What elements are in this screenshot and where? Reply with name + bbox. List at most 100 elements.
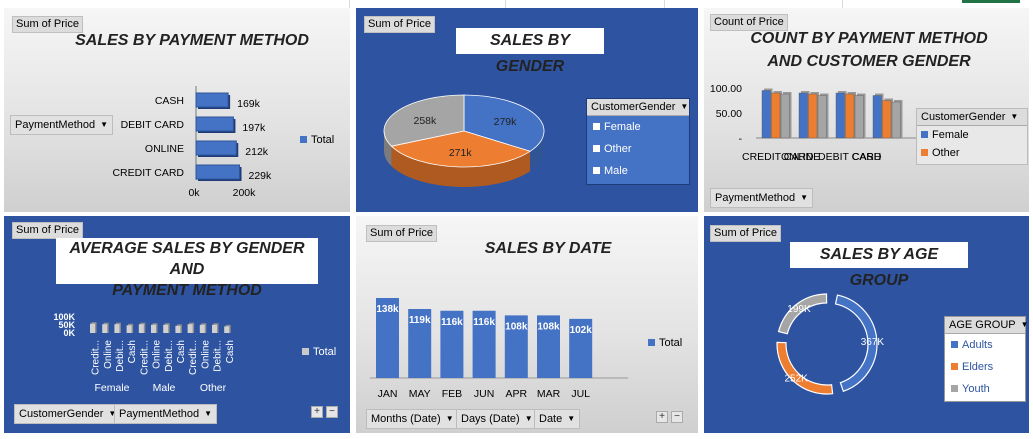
expand-button[interactable]: + xyxy=(311,406,323,418)
count-legend[interactable]: CustomerGender ▼ Female Other xyxy=(916,108,1028,165)
legend-label: Total xyxy=(659,337,683,349)
bar xyxy=(195,140,237,156)
dropdown-arrow-icon: ▼ xyxy=(524,414,533,423)
legend-item[interactable]: Male xyxy=(587,160,689,182)
legend-title[interactable]: AGE GROUP ▼ xyxy=(945,317,1029,334)
payment-method-filter[interactable]: PaymentMethod ▼ xyxy=(710,188,814,208)
data-label: 108k xyxy=(537,321,560,332)
legend-item[interactable]: Female xyxy=(587,116,689,138)
legend-item[interactable]: Adults xyxy=(945,334,1025,356)
date-chart[interactable]: Sum of Price SALES BY DATE 138k JAN 119k MA… xyxy=(356,216,698,433)
legend-swatch xyxy=(593,167,600,174)
dropdown-arrow-icon: ▼ xyxy=(1020,320,1029,329)
legend-title-text: CustomerGender xyxy=(921,111,1006,123)
data-label: 119k xyxy=(409,315,431,326)
legend-title[interactable]: CustomerGender ▼ xyxy=(917,109,1027,126)
bar xyxy=(845,93,855,139)
category-label: JUL xyxy=(571,388,590,400)
bar xyxy=(780,93,790,139)
bar xyxy=(151,324,156,333)
bar xyxy=(175,325,181,333)
gender-chart[interactable]: Sum of Price SALES BY GENDER 279k 271k 258… xyxy=(356,8,698,212)
bar xyxy=(798,92,808,139)
tick-label: - xyxy=(739,133,743,145)
legend-swatch xyxy=(921,131,928,138)
category-label: FEB xyxy=(442,388,462,400)
age-group-chart[interactable]: Sum of Price SALES BY AGE GROUP 367K 252K… xyxy=(704,216,1029,433)
bar xyxy=(195,116,234,132)
bar xyxy=(187,324,193,333)
bar xyxy=(808,93,818,139)
legend-swatch xyxy=(951,385,958,392)
category-label: JUN xyxy=(474,388,494,400)
legend-item: Total xyxy=(300,134,334,146)
data-label: 229k xyxy=(249,170,273,182)
legend-swatch xyxy=(593,145,600,152)
category-label: Cash xyxy=(127,340,138,363)
legend-item[interactable]: Other xyxy=(587,138,689,160)
legend-item[interactable]: Elders xyxy=(945,356,1025,378)
bar xyxy=(114,324,120,333)
date-filter[interactable]: Date ▼ xyxy=(534,409,581,429)
payment-method-chart[interactable]: Sum of Price SALES BY PAYMENT METHOD Pay… xyxy=(4,8,350,212)
category-label: Debit... xyxy=(164,340,175,372)
expand-button[interactable]: + xyxy=(656,411,668,423)
legend-title-text: CustomerGender xyxy=(591,101,676,113)
group-label: Male xyxy=(153,382,176,394)
category-label: Cash xyxy=(176,340,187,363)
category-label: CASH xyxy=(852,151,881,163)
legend-item[interactable]: Youth xyxy=(945,378,1025,400)
age-legend[interactable]: AGE GROUP ▼ Adults Elders Youth xyxy=(944,316,1029,402)
count-chart[interactable]: Count of Price COUNT BY PAYMENT METHOD A… xyxy=(704,8,1029,212)
filter-label: Days (Date) xyxy=(461,413,520,425)
bar xyxy=(163,324,169,333)
legend-label: Other xyxy=(932,147,960,159)
category-label: ONLINE xyxy=(145,143,184,155)
data-label: 212k xyxy=(245,146,269,158)
days-filter[interactable]: Days (Date) ▼ xyxy=(456,409,538,429)
bar xyxy=(199,324,205,333)
filter-label: PaymentMethod xyxy=(119,408,200,420)
sheet-gridline xyxy=(349,0,350,8)
sheet-gridline xyxy=(664,0,665,8)
collapse-button[interactable]: − xyxy=(326,406,338,418)
dropdown-arrow-icon: ▼ xyxy=(204,409,213,418)
months-filter[interactable]: Months (Date) ▼ xyxy=(366,409,459,429)
bar xyxy=(872,95,882,139)
legend-swatch xyxy=(921,149,928,156)
legend-label: Male xyxy=(604,165,628,177)
legend-swatch xyxy=(300,136,307,143)
group-label: Female xyxy=(94,382,129,394)
legend-item: Female xyxy=(917,126,1027,144)
category-label: DEBIT CARD xyxy=(121,119,185,131)
legend-label: Total xyxy=(311,134,335,146)
bar xyxy=(195,92,229,108)
legend-label: Female xyxy=(932,129,969,141)
payment-method-filter[interactable]: PaymentMethod ▼ xyxy=(114,404,218,424)
legend-label: Female xyxy=(604,121,641,133)
category-label: Credit... xyxy=(188,340,199,375)
legend-label: Total xyxy=(313,346,337,358)
category-label: Credit... xyxy=(91,340,102,375)
legend-label: Other xyxy=(604,143,632,155)
bar xyxy=(195,164,241,180)
bar xyxy=(891,101,901,139)
bar xyxy=(761,90,771,139)
bar xyxy=(138,324,144,333)
bar xyxy=(126,325,132,333)
gender-legend[interactable]: CustomerGender ▼ Female Other Male xyxy=(586,98,690,185)
tick-label: 0K xyxy=(63,328,75,338)
tick-label: 50.00 xyxy=(716,108,742,120)
collapse-button[interactable]: − xyxy=(671,411,683,423)
customer-gender-filter[interactable]: CustomerGender ▼ xyxy=(14,404,122,424)
sheet-gridline xyxy=(842,0,843,8)
category-label: CREDIT CARD xyxy=(112,167,184,179)
sheet-gridline xyxy=(505,0,506,8)
data-label: 197k xyxy=(242,122,266,134)
category-label: Online xyxy=(200,340,211,369)
legend-title[interactable]: CustomerGender ▼ xyxy=(587,99,689,116)
data-label: 116k xyxy=(441,317,463,328)
date-plot: 138k JAN 119k MAY 116k FEB 116k JUN 108k APR 108k M… xyxy=(370,298,628,400)
category-label: MAR xyxy=(537,388,561,400)
average-sales-chart[interactable]: Sum of Price AVERAGE SALES BY GENDER AND… xyxy=(4,216,350,433)
